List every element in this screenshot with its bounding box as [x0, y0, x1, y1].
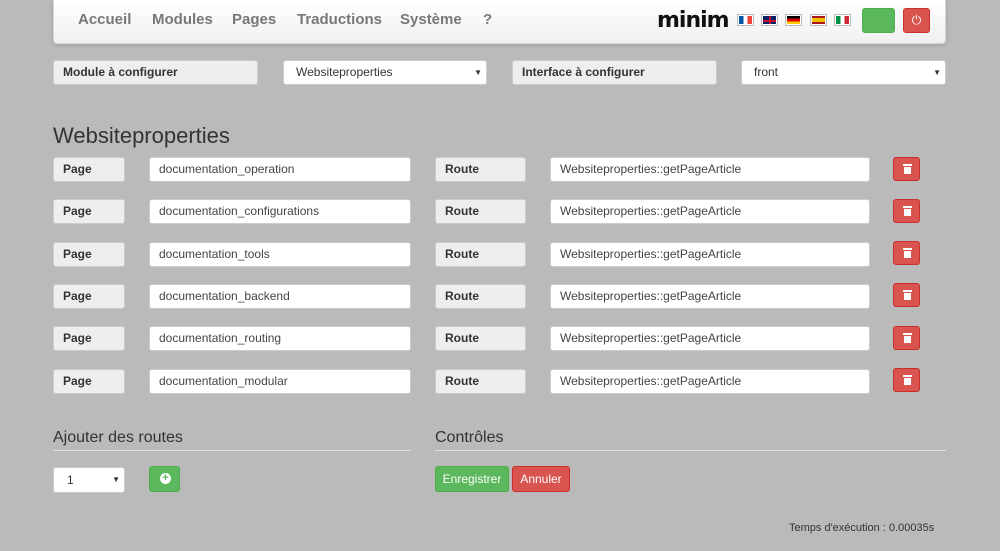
- delete-route-button[interactable]: [893, 199, 920, 223]
- cancel-button[interactable]: Annuler: [512, 466, 570, 492]
- save-button[interactable]: Enregistrer: [435, 466, 509, 492]
- page-label: Page: [53, 369, 125, 394]
- route-count-select[interactable]: 1 ▼: [53, 467, 125, 493]
- divider: [53, 450, 411, 451]
- route-count-value: 1: [67, 473, 74, 487]
- flag-it-icon[interactable]: [834, 14, 851, 26]
- trash-icon: [903, 290, 912, 300]
- delete-route-button[interactable]: [893, 326, 920, 350]
- page-label: Page: [53, 242, 125, 267]
- delete-route-button[interactable]: [893, 283, 920, 307]
- nav-modules[interactable]: Modules: [152, 11, 213, 28]
- flag-de-icon[interactable]: [785, 14, 802, 26]
- interface-select[interactable]: front ▼: [741, 60, 946, 85]
- page-title: Websiteproperties: [53, 123, 230, 148]
- page-input[interactable]: documentation_backend: [149, 284, 411, 309]
- flag-fr-icon[interactable]: [737, 14, 754, 26]
- page-label: Page: [53, 199, 125, 224]
- module-select-value: Websiteproperties: [296, 65, 393, 79]
- minim-logo: minim: [657, 8, 730, 33]
- nav-help[interactable]: ?: [483, 11, 492, 28]
- nav-accueil[interactable]: Accueil: [78, 11, 131, 28]
- trash-icon: [903, 248, 912, 258]
- page-label: Page: [53, 157, 125, 182]
- trash-icon: [903, 164, 912, 174]
- flag-gb-icon[interactable]: [761, 14, 778, 26]
- status-button[interactable]: [862, 8, 895, 33]
- interface-select-value: front: [754, 65, 779, 79]
- page-input[interactable]: documentation_operation: [149, 157, 411, 182]
- execution-time: Temps d'exécution : 0.00035s: [789, 522, 935, 534]
- chevron-down-icon: ▼: [933, 68, 941, 77]
- page-label: Page: [53, 284, 125, 309]
- route-input[interactable]: Websiteproperties::getPageArticle: [550, 242, 870, 267]
- route-input[interactable]: Websiteproperties::getPageArticle: [550, 369, 870, 394]
- route-label: Route: [435, 284, 526, 309]
- trash-icon: [903, 375, 912, 385]
- module-select[interactable]: Websiteproperties ▼: [283, 60, 487, 85]
- trash-icon: [903, 333, 912, 343]
- page-input[interactable]: documentation_configurations: [149, 199, 411, 224]
- route-label: Route: [435, 199, 526, 224]
- page-input[interactable]: documentation_modular: [149, 369, 411, 394]
- flag-es-icon[interactable]: [810, 14, 827, 26]
- interface-label: Interface à configurer: [512, 60, 717, 85]
- add-routes-title: Ajouter des routes: [53, 429, 183, 446]
- delete-route-button[interactable]: [893, 157, 920, 181]
- route-label: Route: [435, 326, 526, 351]
- route-label: Route: [435, 242, 526, 267]
- page-input[interactable]: documentation_routing: [149, 326, 411, 351]
- nav-traductions[interactable]: Traductions: [297, 11, 382, 28]
- route-input[interactable]: Websiteproperties::getPageArticle: [550, 284, 870, 309]
- delete-route-button[interactable]: [893, 241, 920, 265]
- page-label: Page: [53, 326, 125, 351]
- nav-systeme[interactable]: Système: [400, 11, 462, 28]
- power-icon: ⏻: [911, 13, 922, 27]
- plus-circle-icon: +: [160, 473, 171, 484]
- trash-icon: [903, 206, 912, 216]
- route-input[interactable]: Websiteproperties::getPageArticle: [550, 326, 870, 351]
- route-label: Route: [435, 157, 526, 182]
- page-input[interactable]: documentation_tools: [149, 242, 411, 267]
- route-input[interactable]: Websiteproperties::getPageArticle: [550, 157, 870, 182]
- controls-title: Contrôles: [435, 429, 504, 446]
- chevron-down-icon: ▼: [474, 68, 482, 77]
- delete-route-button[interactable]: [893, 368, 920, 392]
- top-navbar: Accueil Modules Pages Traductions Systèm…: [53, 0, 946, 44]
- power-button[interactable]: ⏻: [903, 8, 930, 33]
- chevron-down-icon: ▼: [112, 475, 120, 484]
- module-label: Module à configurer: [53, 60, 258, 85]
- divider: [435, 450, 946, 451]
- route-label: Route: [435, 369, 526, 394]
- add-route-button[interactable]: +: [149, 466, 180, 492]
- route-input[interactable]: Websiteproperties::getPageArticle: [550, 199, 870, 224]
- nav-pages[interactable]: Pages: [232, 11, 276, 28]
